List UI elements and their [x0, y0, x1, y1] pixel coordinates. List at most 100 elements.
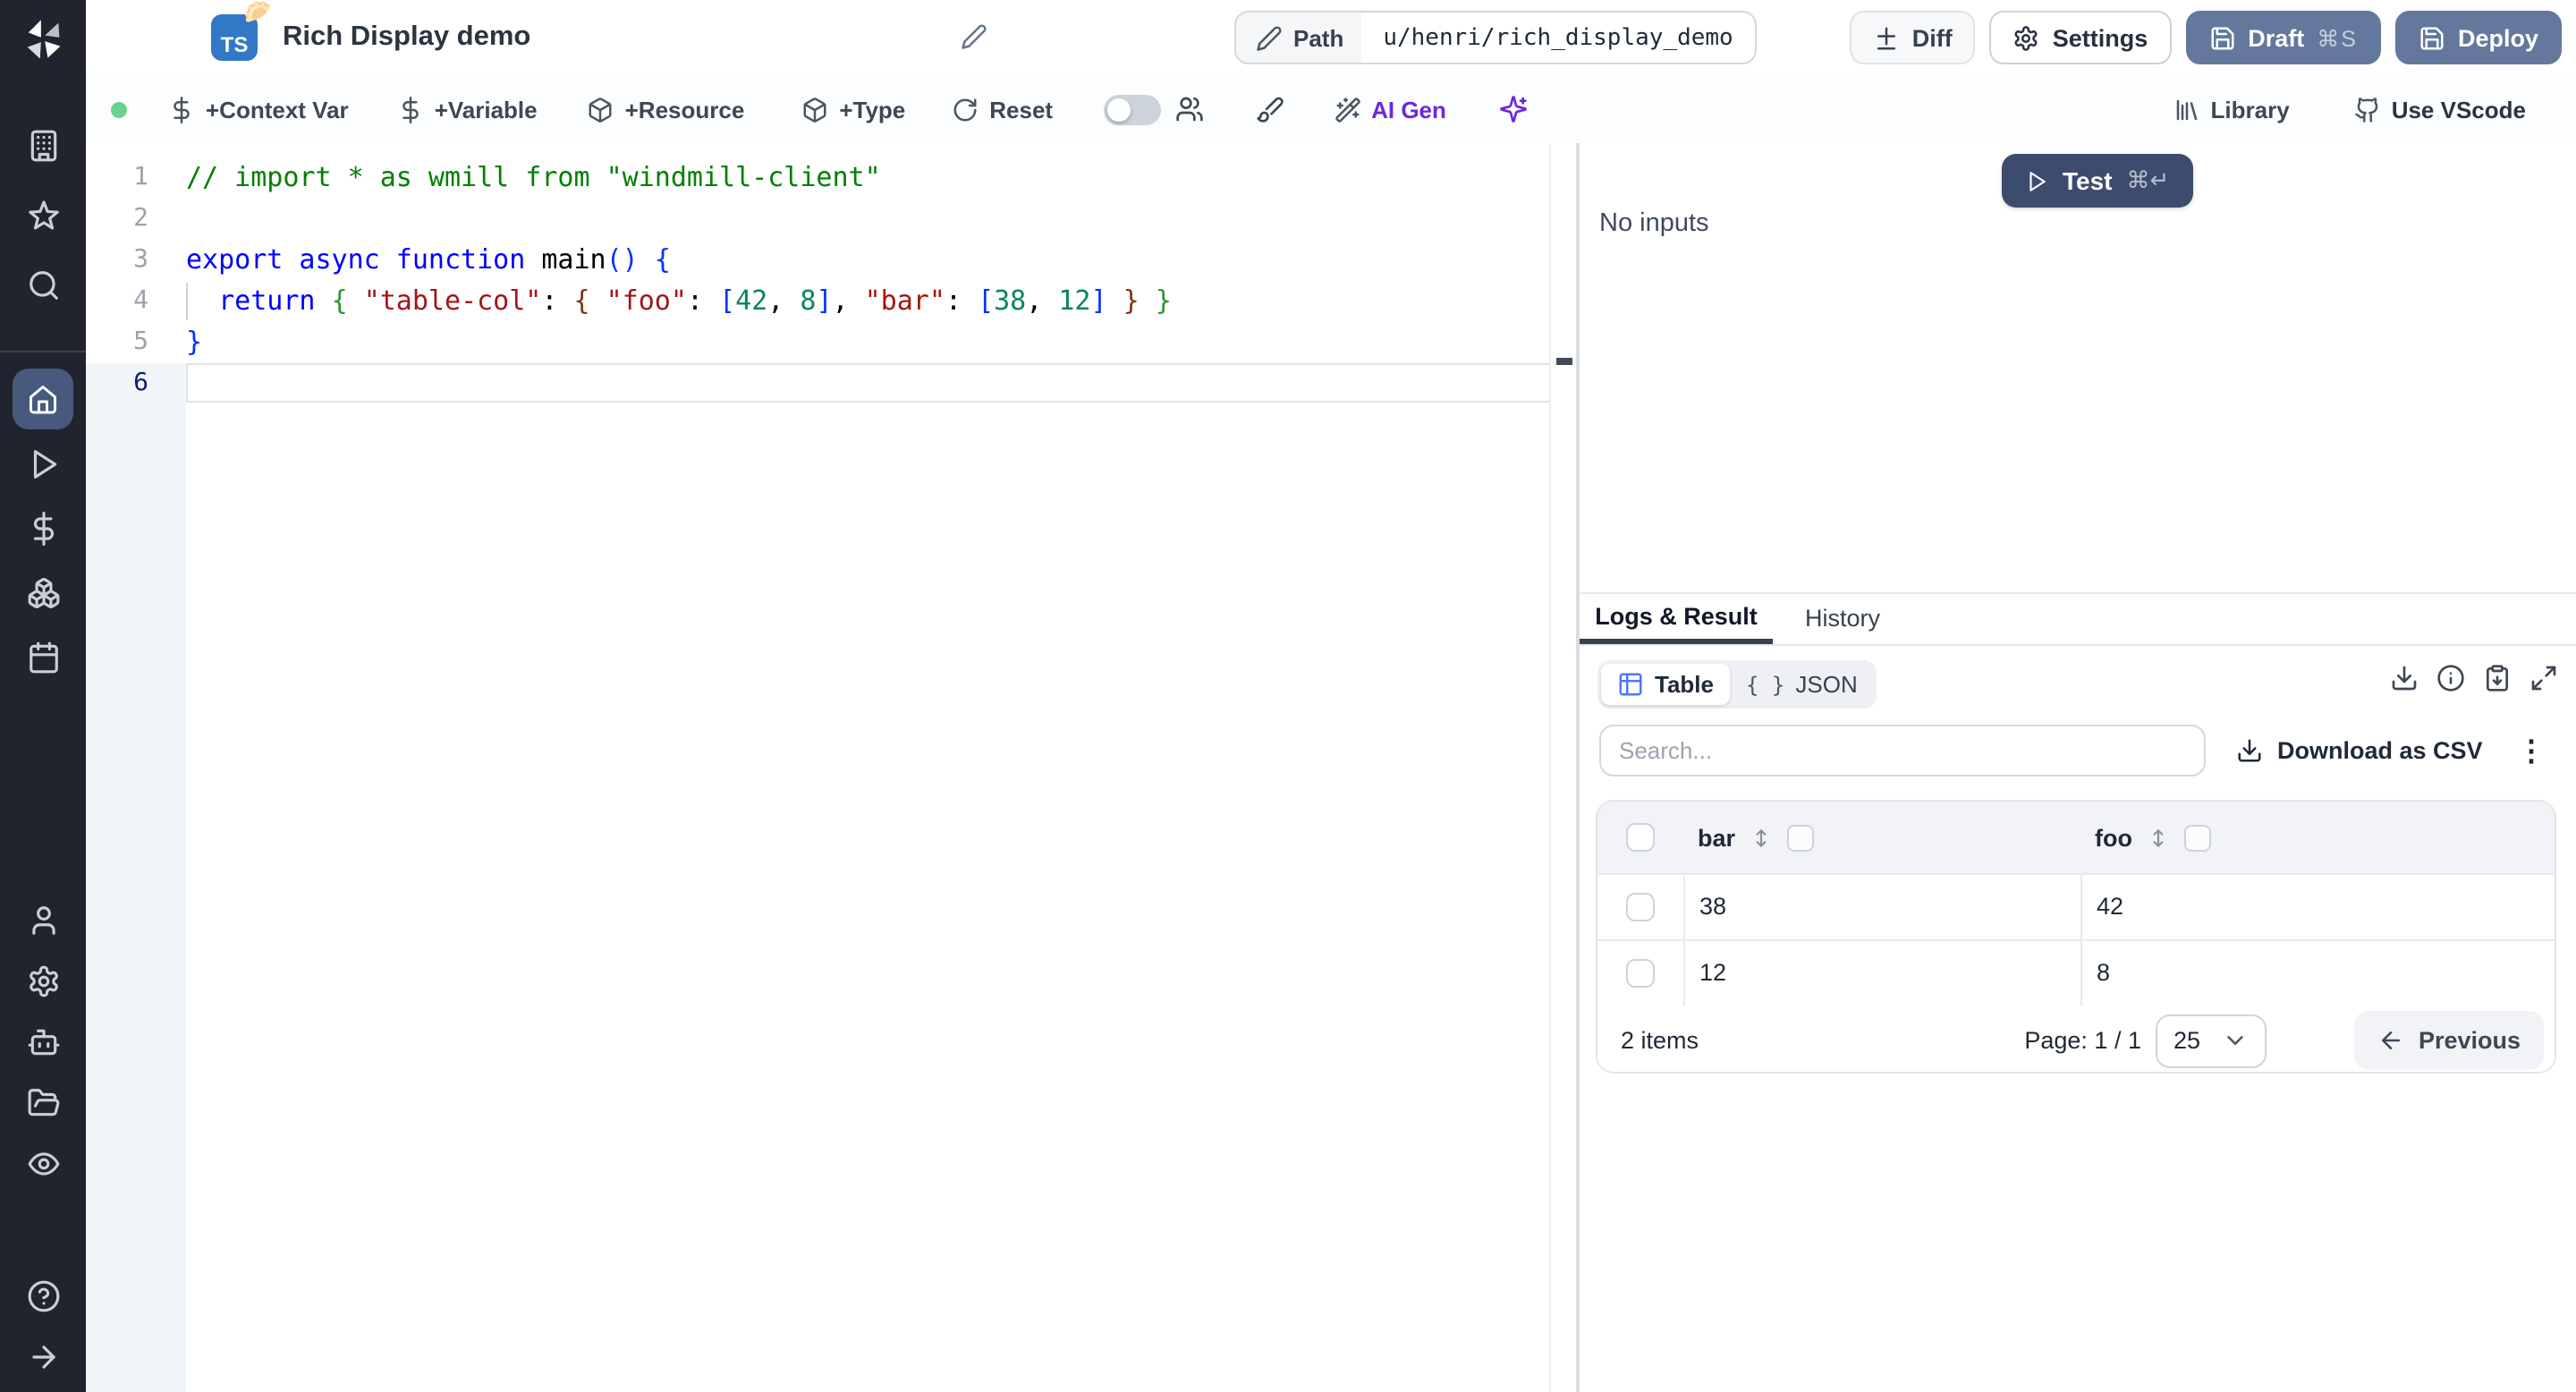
sidebar-item-users[interactable]	[0, 889, 86, 950]
path-label: Path	[1236, 13, 1362, 63]
info-icon[interactable]	[2436, 664, 2465, 692]
package-icon	[801, 96, 828, 123]
arrow-left-icon	[2377, 1027, 2404, 1054]
table-footer: 2 items Page: 1 / 1 25 Previous	[1597, 1006, 2555, 1072]
tab-logs-result[interactable]: Logs & Result	[1580, 592, 1773, 644]
column-bar-filter-box[interactable]	[1787, 824, 1815, 851]
editor-scrollbar[interactable]	[1549, 143, 1576, 1392]
sidebar-item-schedules[interactable]	[0, 624, 86, 689]
result-area: Logs & Result History Table { } JSON Sea…	[1580, 592, 2576, 1392]
previous-page-button[interactable]: Previous	[2353, 1011, 2544, 1070]
sidebar-item-audit-logs[interactable]	[0, 1133, 86, 1193]
save-icon	[2208, 24, 2235, 51]
sidebar-item-search[interactable]	[0, 250, 86, 320]
code-line-1[interactable]: 1// import * as wmill from "windmill-cli…	[86, 157, 1576, 199]
cell-foo: 8	[2097, 959, 2111, 986]
table-row[interactable]: 38 42	[1597, 873, 2555, 941]
edit-summary-pencil-icon[interactable]	[961, 23, 987, 59]
gutter-shade	[86, 363, 186, 1392]
copy-to-clipboard-icon[interactable]	[2483, 664, 2512, 692]
pencil-icon	[1256, 24, 1283, 51]
table-menu-kebab[interactable]: ⋮	[2517, 725, 2546, 777]
overview-ruler-cursor-mark	[1556, 358, 1572, 365]
sidebar-item-expand-sidebar[interactable]	[0, 1326, 86, 1387]
code-line-3[interactable]: 3 export async function main() {	[86, 240, 1576, 281]
format-brush-icon[interactable]	[1255, 95, 1284, 123]
cell-bar: 12	[1699, 959, 1727, 986]
topbar: TS 🥟 Rich Display demo Path u/henri/rich…	[86, 0, 2576, 75]
sidebar-item-home[interactable]	[0, 367, 86, 431]
sort-bar-icon[interactable]	[1750, 826, 1773, 849]
line-number: 4	[133, 286, 148, 315]
code-line-4[interactable]: 4 return { "table-col": { "foo": [42, 8]…	[86, 281, 1576, 322]
deploy-button[interactable]: Deploy	[2394, 11, 2562, 64]
add-resource-button[interactable]: +Resource	[588, 96, 744, 123]
select-all-checkbox[interactable]	[1626, 823, 1655, 852]
line-number: 3	[133, 245, 148, 274]
code-line-6[interactable]: 6	[86, 363, 1576, 404]
sidebar-item-resources[interactable]	[0, 560, 86, 624]
dollar-icon	[168, 96, 195, 123]
expand-icon[interactable]	[2529, 664, 2558, 692]
add-type-button[interactable]: +Type	[801, 96, 905, 123]
view-json-segment[interactable]: { } JSON	[1730, 664, 1874, 705]
column-foo-filter-box[interactable]	[2184, 824, 2211, 851]
sparkles-icon[interactable]	[1500, 95, 1529, 123]
table-row[interactable]: 12 8	[1597, 939, 2555, 1007]
code-editor[interactable]: 1// import * as wmill from "windmill-cli…	[86, 143, 1576, 1392]
add-context-var-button[interactable]: +Context Var	[168, 96, 349, 123]
sidebar-item-favorites[interactable]	[0, 181, 86, 250]
test-button[interactable]: Test ⌘↵	[2002, 154, 2193, 208]
no-inputs-label: No inputs	[1599, 209, 1709, 238]
download-result-icon[interactable]	[2390, 664, 2419, 692]
diff-button[interactable]: Diff	[1849, 11, 1976, 64]
sidebar-item-variables[interactable]	[0, 496, 86, 560]
use-vscode-button[interactable]: Use VScode	[2354, 96, 2526, 123]
table-search-input[interactable]	[1599, 725, 2206, 777]
row-checkbox[interactable]	[1626, 958, 1655, 987]
column-header-foo[interactable]: foo	[2095, 824, 2132, 851]
package-icon	[588, 96, 614, 123]
row-checkbox[interactable]	[1626, 892, 1655, 921]
library-button[interactable]: Library	[2174, 96, 2290, 123]
column-header-bar[interactable]: bar	[1698, 824, 1735, 851]
line-number: 5	[133, 327, 148, 356]
page-size-select[interactable]: 25	[2156, 1014, 2267, 1067]
download-csv-button[interactable]: Download as CSV	[2236, 725, 2483, 777]
diff-icon	[1873, 24, 1900, 51]
view-table-segment[interactable]: Table	[1601, 664, 1730, 705]
draft-shortcut: ⌘S	[2317, 26, 2358, 51]
code-line-2[interactable]: 2	[86, 199, 1576, 240]
path-pill[interactable]: Path u/henri/rich_display_demo	[1234, 11, 1757, 64]
braces-icon: { }	[1746, 672, 1785, 697]
sidebar-item-runs[interactable]	[0, 431, 86, 496]
sidebar-item-help[interactable]	[0, 1265, 86, 1326]
code-line-5[interactable]: 5}	[86, 322, 1576, 363]
cell-bar: 38	[1699, 893, 1727, 920]
sidebar-item-workspace[interactable]	[0, 111, 86, 181]
path-value[interactable]: u/henri/rich_display_demo	[1361, 13, 1754, 63]
tab-history[interactable]: History	[1773, 592, 1912, 644]
collaborators-icon[interactable]	[1174, 95, 1203, 123]
windmill-logo[interactable]	[20, 16, 66, 63]
ai-gen-button[interactable]: AI Gen	[1334, 96, 1446, 123]
windmill-script-editor: TS 🥟 Rich Display demo Path u/henri/rich…	[0, 0, 2576, 1392]
sidebar-item-folders[interactable]	[0, 1072, 86, 1133]
library-icon	[2174, 96, 2200, 123]
items-count: 2 items	[1621, 1027, 1699, 1054]
gear-icon	[2013, 24, 2040, 51]
table-header-row: bar foo	[1597, 802, 2555, 875]
draft-button[interactable]: Draft ⌘S	[2185, 11, 2381, 64]
sidebar-item-workers[interactable]	[0, 1011, 86, 1072]
add-variable-button[interactable]: +Variable	[397, 96, 538, 123]
result-tabs: Logs & Result History	[1580, 592, 2576, 646]
sidebar-item-settings[interactable]	[0, 950, 86, 1011]
sort-foo-icon[interactable]	[2147, 826, 2170, 849]
header-actions: Diff Settings Draft ⌘S Deploy	[1849, 11, 2562, 64]
line-number: 6	[133, 369, 148, 397]
status-dot	[111, 102, 127, 118]
github-icon	[2354, 96, 2381, 123]
settings-button[interactable]: Settings	[1989, 11, 2172, 64]
assistant-toggle[interactable]	[1103, 94, 1161, 124]
reset-button[interactable]: Reset	[952, 96, 1053, 123]
